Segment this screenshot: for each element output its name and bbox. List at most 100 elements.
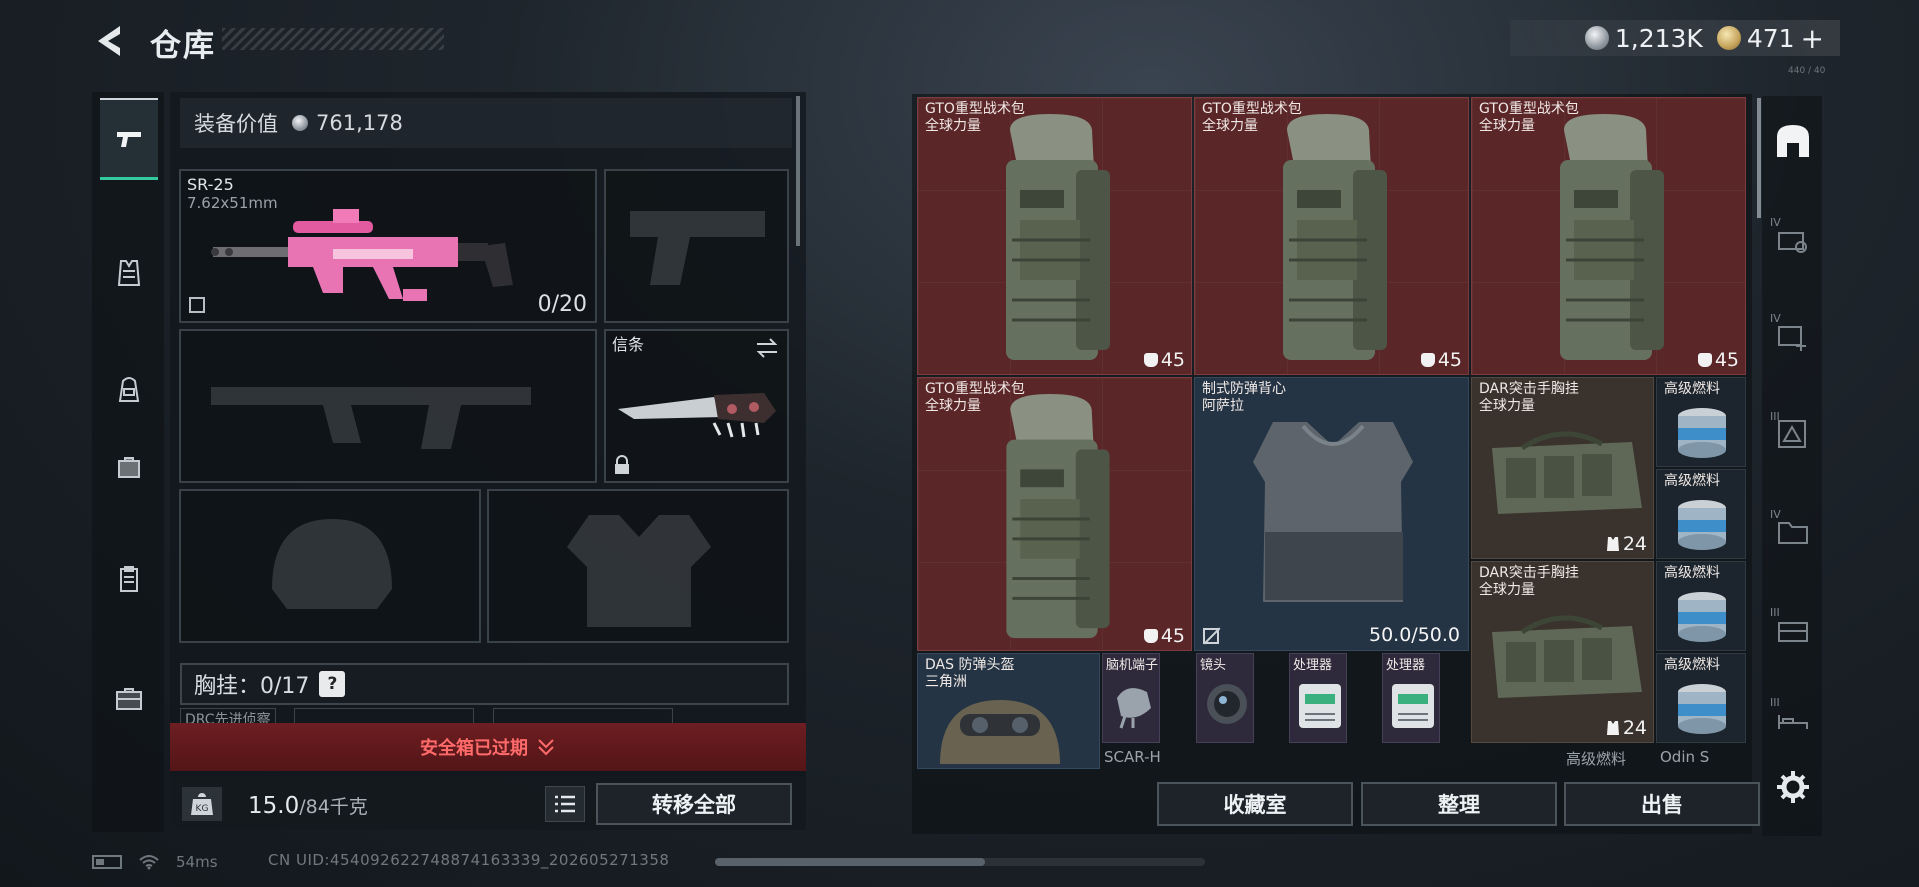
organize-button[interactable]: 整理: [1361, 782, 1557, 826]
help-button[interactable]: ?: [319, 671, 346, 697]
tab-tier-folder[interactable]: IV: [1770, 508, 1816, 554]
inventory-item[interactable]: 高级燃料: [1656, 653, 1746, 743]
tab-weapon[interactable]: [100, 98, 158, 180]
backpack-small-icon: [1420, 353, 1435, 367]
tab-tier-scope[interactable]: IV: [1770, 216, 1816, 262]
helmet-slot[interactable]: [179, 489, 481, 643]
item-name: 脑机端子: [1106, 658, 1159, 673]
briefcase-icon: [116, 688, 142, 710]
settings-button[interactable]: [1770, 764, 1816, 810]
secondary-weapon-slot[interactable]: [179, 329, 597, 483]
equipment-scrollbar[interactable]: [796, 96, 800, 246]
armor-slot[interactable]: [487, 489, 789, 643]
swap-icon[interactable]: [755, 337, 779, 359]
inventory-item[interactable]: DAR突击手胸挂 全球力量 24: [1471, 561, 1654, 743]
inventory-item[interactable]: GTO重型战术包 全球力量 45: [917, 97, 1192, 375]
melee-slot[interactable]: 信条: [604, 329, 789, 483]
item-qty: 45: [1714, 349, 1739, 371]
backpack-image: [1006, 393, 1110, 639]
item-name: DAR突击手胸挂: [1479, 565, 1579, 581]
transfer-all-button[interactable]: 转移全部: [596, 783, 792, 825]
tab-tier-bed[interactable]: III: [1770, 696, 1816, 742]
fuel-can-image: [1678, 408, 1726, 458]
item-sub: 全球力量: [1202, 118, 1258, 134]
partial-item-label: Odin S: [1660, 748, 1710, 766]
backpack-small-icon: [1697, 353, 1712, 367]
sell-button[interactable]: 出售: [1564, 782, 1760, 826]
safe-box-expired-banner[interactable]: 安全箱已过期: [170, 723, 806, 771]
item-name: 镜头: [1200, 658, 1227, 673]
list-view-button[interactable]: [545, 786, 585, 822]
inventory-item[interactable]: 处理器: [1289, 653, 1347, 743]
vest-small-icon: [1606, 721, 1619, 735]
chest-sub-item[interactable]: [492, 708, 673, 724]
inventory-item[interactable]: DAR突击手胸挂 全球力量 24: [1471, 377, 1654, 559]
bag-icon: [118, 457, 140, 478]
inventory-item[interactable]: 处理器: [1382, 653, 1440, 743]
inventory-item[interactable]: GTO重型战术包 全球力量 45: [917, 377, 1192, 651]
svg-text:KG: KG: [196, 804, 209, 814]
chest-rig-image: [1492, 615, 1642, 698]
inventory-item[interactable]: 制式防弹背心 阿萨拉 50.0/50.0: [1194, 377, 1469, 651]
primary-weapon-slot[interactable]: SR-25 7.62x51mm 0/20: [179, 169, 597, 323]
inventory-item[interactable]: GTO重型战术包 全球力量 45: [1194, 97, 1469, 375]
back-button[interactable]: [92, 22, 126, 60]
fuel-can-image: [1678, 500, 1726, 550]
rifle-placeholder-icon: [211, 387, 531, 449]
lock-icon: [615, 455, 629, 474]
silver-currency[interactable]: 1,213K: [1584, 24, 1703, 53]
tab-case[interactable]: [100, 658, 158, 740]
item-sub: 阿萨拉: [1202, 398, 1244, 414]
partial-item-label: 高级燃料: [1566, 750, 1627, 768]
storage-category-tabs: IV IV III IV III III: [1762, 96, 1822, 836]
pistol-placeholder-icon: [630, 211, 765, 285]
tab-chest-rig[interactable]: [100, 232, 158, 314]
inventory-item[interactable]: 高级燃料: [1656, 561, 1746, 651]
tab-tier-crate[interactable]: III: [1770, 606, 1816, 652]
gold-currency[interactable]: 471 +: [1716, 22, 1824, 55]
silver-coin-icon: [292, 115, 308, 131]
item-qty: 45: [1160, 349, 1185, 371]
weight-kg-icon: KG: [182, 787, 222, 821]
item-name: GTO重型战术包: [1202, 101, 1302, 117]
tab-tier-medkit[interactable]: IV: [1770, 312, 1816, 358]
list-icon: [555, 795, 575, 813]
warning-tier-icon: [1778, 420, 1806, 448]
item-qty: 45: [1160, 625, 1185, 647]
chest-sub-item[interactable]: [294, 708, 475, 724]
no-insurance-icon: [1203, 628, 1219, 644]
item-qty: 24: [1622, 533, 1647, 555]
inventory-scrollbar[interactable]: [1757, 98, 1761, 218]
add-currency-button[interactable]: +: [1801, 22, 1824, 55]
pistol-icon: [117, 131, 141, 147]
favorites-button[interactable]: 收藏室: [1157, 782, 1353, 826]
equipment-value: 761,178: [316, 111, 403, 135]
item-name: 高级燃料: [1664, 381, 1720, 397]
chest-sub-item[interactable]: DRC先进侦察: [180, 708, 276, 724]
sniper-rifle-image: [211, 209, 513, 301]
tab-clipboard[interactable]: [100, 538, 158, 620]
weight-readout: 15.0/84千克: [248, 792, 368, 819]
inventory-item[interactable]: 脑机端子: [1102, 653, 1160, 743]
tab-all-storage[interactable]: [1770, 118, 1816, 164]
arch-icon: [1777, 125, 1809, 157]
weight-value: 15.0: [248, 793, 300, 819]
inventory-item[interactable]: 高级燃料: [1656, 469, 1746, 559]
weight-max: /84千克: [299, 796, 368, 818]
backpack-small-icon: [1143, 353, 1158, 367]
tab-backpack[interactable]: [100, 348, 158, 430]
inventory-item[interactable]: 高级燃料: [1656, 377, 1746, 467]
tab-tier-warning[interactable]: III: [1770, 410, 1816, 456]
tier-label: IV: [1770, 216, 1781, 229]
equipment-category-tabs: [92, 92, 164, 832]
backpack-image: [1560, 114, 1664, 360]
tier-label: IV: [1770, 508, 1781, 521]
inventory-item[interactable]: DAS 防弹头盔 三角洲: [917, 653, 1100, 769]
safe-box-label: 安全箱已过期: [420, 738, 528, 759]
pistol-slot[interactable]: [604, 169, 789, 323]
lens-image: [1207, 684, 1247, 724]
inventory-item[interactable]: GTO重型战术包 全球力量 45: [1471, 97, 1746, 375]
tab-bag[interactable]: [100, 426, 158, 508]
chest-rig-bar[interactable]: 胸挂：0/17 ?: [180, 663, 789, 705]
inventory-item[interactable]: 镜头: [1196, 653, 1254, 743]
